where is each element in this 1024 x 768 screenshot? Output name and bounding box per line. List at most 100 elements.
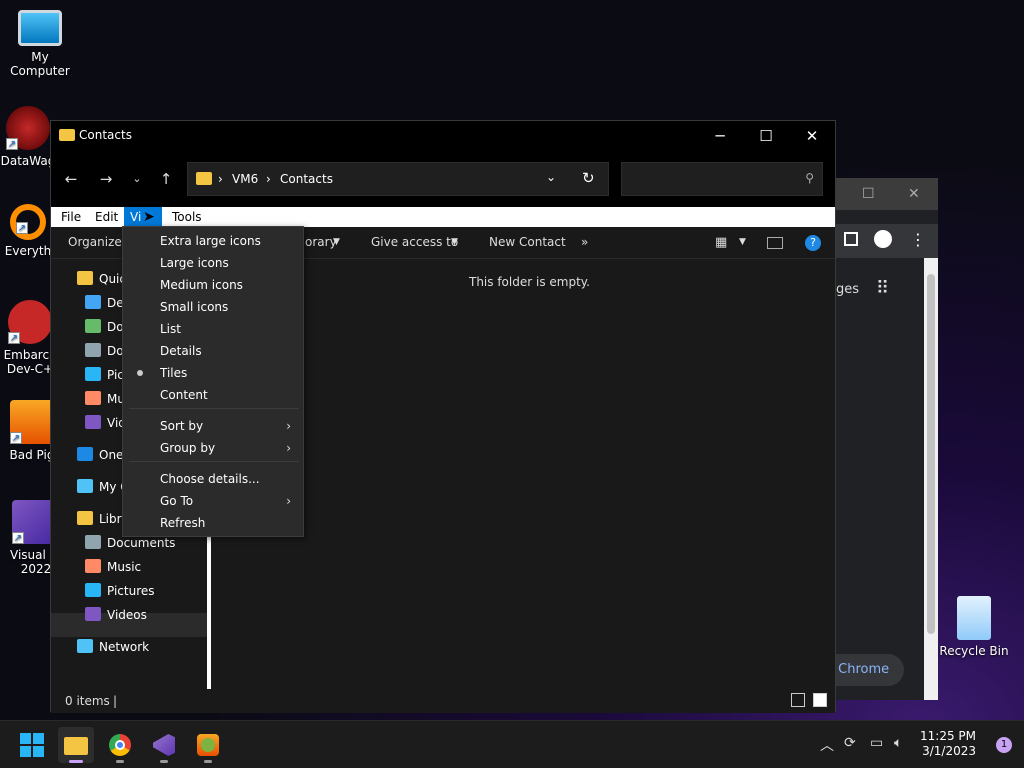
view-menu-item-label: Extra large icons	[160, 234, 261, 248]
nav-item[interactable]: Videos	[85, 605, 147, 625]
folder-icon	[77, 511, 93, 525]
view-menu-item-label: Go To	[160, 494, 194, 508]
include-in-library-button[interactable]: orary	[305, 235, 337, 249]
clock-time: 11:25 PM	[920, 729, 976, 743]
address-dropdown-icon[interactable]: ⌄	[546, 170, 556, 184]
up-button[interactable]: ↑	[154, 169, 178, 189]
new-contact-button[interactable]: New Contact	[489, 235, 566, 249]
maximize-button[interactable]: ☐	[743, 125, 789, 147]
download-icon	[85, 319, 101, 333]
change-view-icon[interactable]: ▦	[715, 235, 727, 250]
scroll-thumb[interactable]	[927, 274, 935, 634]
radio-bullet-icon	[137, 370, 143, 376]
pictures-icon	[85, 583, 101, 597]
view-menu-item-label: Group by	[160, 441, 216, 455]
desktop-icon-label: Recycle Bin	[939, 644, 1009, 658]
view-dropdown-menu: Extra large icons Large icons Medium icons…	[122, 226, 304, 537]
large-icons-view-icon[interactable]	[813, 693, 827, 707]
maximize-icon[interactable]: ☐	[862, 186, 875, 202]
breadcrumb-vm6[interactable]: VM6	[232, 172, 258, 186]
taskbar: ︿ ⟳ ▭ 🔈︎ 11:25 PM 3/1/2023 1	[0, 720, 1024, 768]
sync-icon[interactable]: ⟳	[844, 735, 856, 751]
apps-grid-icon[interactable]: ⠿	[876, 278, 889, 299]
nav-item[interactable]: Quic	[77, 269, 126, 289]
details-view-icon[interactable]	[791, 693, 805, 707]
minimize-button[interactable]: ─	[697, 125, 743, 147]
volume-icon[interactable]: 🔈︎	[894, 735, 902, 751]
view-menu-item[interactable]: Tiles	[123, 362, 303, 384]
view-menu-item[interactable]: Extra large icons	[123, 230, 303, 252]
view-menu-item[interactable]: Sort by ›	[123, 415, 303, 437]
view-menu-item[interactable]: Small icons	[123, 296, 303, 318]
address-bar[interactable]: › VM6 › Contacts ⌄ ↻	[187, 162, 609, 196]
view-menu-item[interactable]: Details	[123, 340, 303, 362]
navigation-bar: ← → ⌄ ↑ › VM6 › Contacts ⌄ ↻ ⚲	[51, 151, 835, 207]
file-explorer-icon[interactable]	[58, 727, 94, 763]
view-menu-item[interactable]: Refresh	[123, 512, 303, 534]
network-icon[interactable]: ▭	[870, 735, 883, 751]
more-vert-icon[interactable]: ⋮	[910, 230, 926, 249]
show-hidden-icons-chevron-icon[interactable]: ︿	[820, 735, 834, 755]
nav-item-label: Music	[107, 560, 142, 574]
view-menu-item-label: Details	[160, 344, 202, 358]
view-menu-item[interactable]: Content	[123, 384, 303, 406]
documents-icon	[85, 535, 101, 549]
close-icon[interactable]: ✕	[908, 186, 920, 202]
nav-item[interactable]: Mu	[85, 389, 125, 409]
more-commands-button[interactable]: »	[581, 235, 588, 249]
notification-badge[interactable]: 1	[996, 737, 1012, 753]
submenu-arrow-icon: ›	[286, 419, 291, 433]
view-menu-item[interactable]: Group by ›	[123, 437, 303, 459]
nav-item[interactable]: Vid	[85, 413, 126, 433]
menu-edit[interactable]: Edit	[89, 207, 124, 227]
chrome-window[interactable]: ☐ ✕ ⋮ ges ⠿ e Chrome	[816, 178, 938, 700]
view-menu-item[interactable]: List	[123, 318, 303, 340]
network-icon	[77, 639, 93, 653]
clock[interactable]: 11:25 PM 3/1/2023	[920, 729, 976, 759]
organize-button[interactable]: Organize	[68, 235, 122, 249]
breadcrumb-separator-icon: ›	[266, 172, 271, 186]
view-dropdown-icon[interactable]: ▼	[739, 237, 746, 247]
chrome-icon[interactable]	[102, 727, 138, 763]
submenu-arrow-icon: ›	[286, 441, 291, 455]
nav-item[interactable]: Pictures	[85, 581, 155, 601]
devcpp-icon: ↗	[8, 300, 52, 344]
shortcut-arrow-icon: ↗	[16, 222, 28, 234]
explorer-titlebar[interactable]: Contacts ─ ☐ ✕	[51, 121, 835, 151]
preview-pane-icon[interactable]	[767, 237, 783, 249]
sidebar-icon[interactable]	[844, 232, 858, 246]
nav-item[interactable]: Network	[77, 637, 149, 657]
view-menu-item[interactable]: Large icons	[123, 252, 303, 274]
menu-file[interactable]: File	[55, 207, 87, 227]
library-dropdown-icon[interactable]: ▼	[333, 237, 340, 247]
chrome-scrollbar[interactable]	[924, 258, 938, 700]
give-access-dropdown-icon[interactable]: ▼	[451, 237, 458, 247]
chrome-titlebar[interactable]: ☐ ✕	[836, 178, 938, 210]
visual-studio-icon[interactable]	[146, 727, 182, 763]
view-menu-item[interactable]: Choose details...	[123, 468, 303, 490]
recent-locations-button[interactable]: ⌄	[125, 169, 149, 189]
menu-tools[interactable]: Tools	[166, 207, 208, 227]
profile-icon[interactable]	[874, 230, 892, 248]
breadcrumb-contacts[interactable]: Contacts	[280, 172, 333, 186]
status-bar: 0 items |	[51, 689, 835, 713]
help-icon[interactable]: ?	[805, 235, 821, 251]
view-menu-item[interactable]: Go To ›	[123, 490, 303, 512]
monitor-icon	[18, 10, 62, 46]
give-access-button[interactable]: Give access to	[371, 235, 458, 249]
nav-item[interactable]: My C	[77, 477, 129, 497]
refresh-icon[interactable]: ↻	[582, 169, 595, 187]
desktop-icon-recycle-bin[interactable]: Recycle Bin	[934, 596, 1014, 658]
music-icon	[85, 391, 101, 405]
view-menu-item[interactable]: Medium icons	[123, 274, 303, 296]
computer-icon	[77, 479, 93, 493]
close-button[interactable]: ✕	[789, 125, 835, 147]
nav-item[interactable]: Music	[85, 557, 141, 577]
forward-button[interactable]: →	[94, 169, 118, 189]
desktop-icon-my-computer[interactable]: My Computer	[0, 10, 80, 78]
shortcut-arrow-icon: ↗	[6, 138, 18, 150]
back-button[interactable]: ←	[59, 169, 83, 189]
search-input[interactable]: ⚲	[621, 162, 823, 196]
windows-start-icon[interactable]	[14, 727, 50, 763]
bad-piggies-icon[interactable]	[190, 727, 226, 763]
